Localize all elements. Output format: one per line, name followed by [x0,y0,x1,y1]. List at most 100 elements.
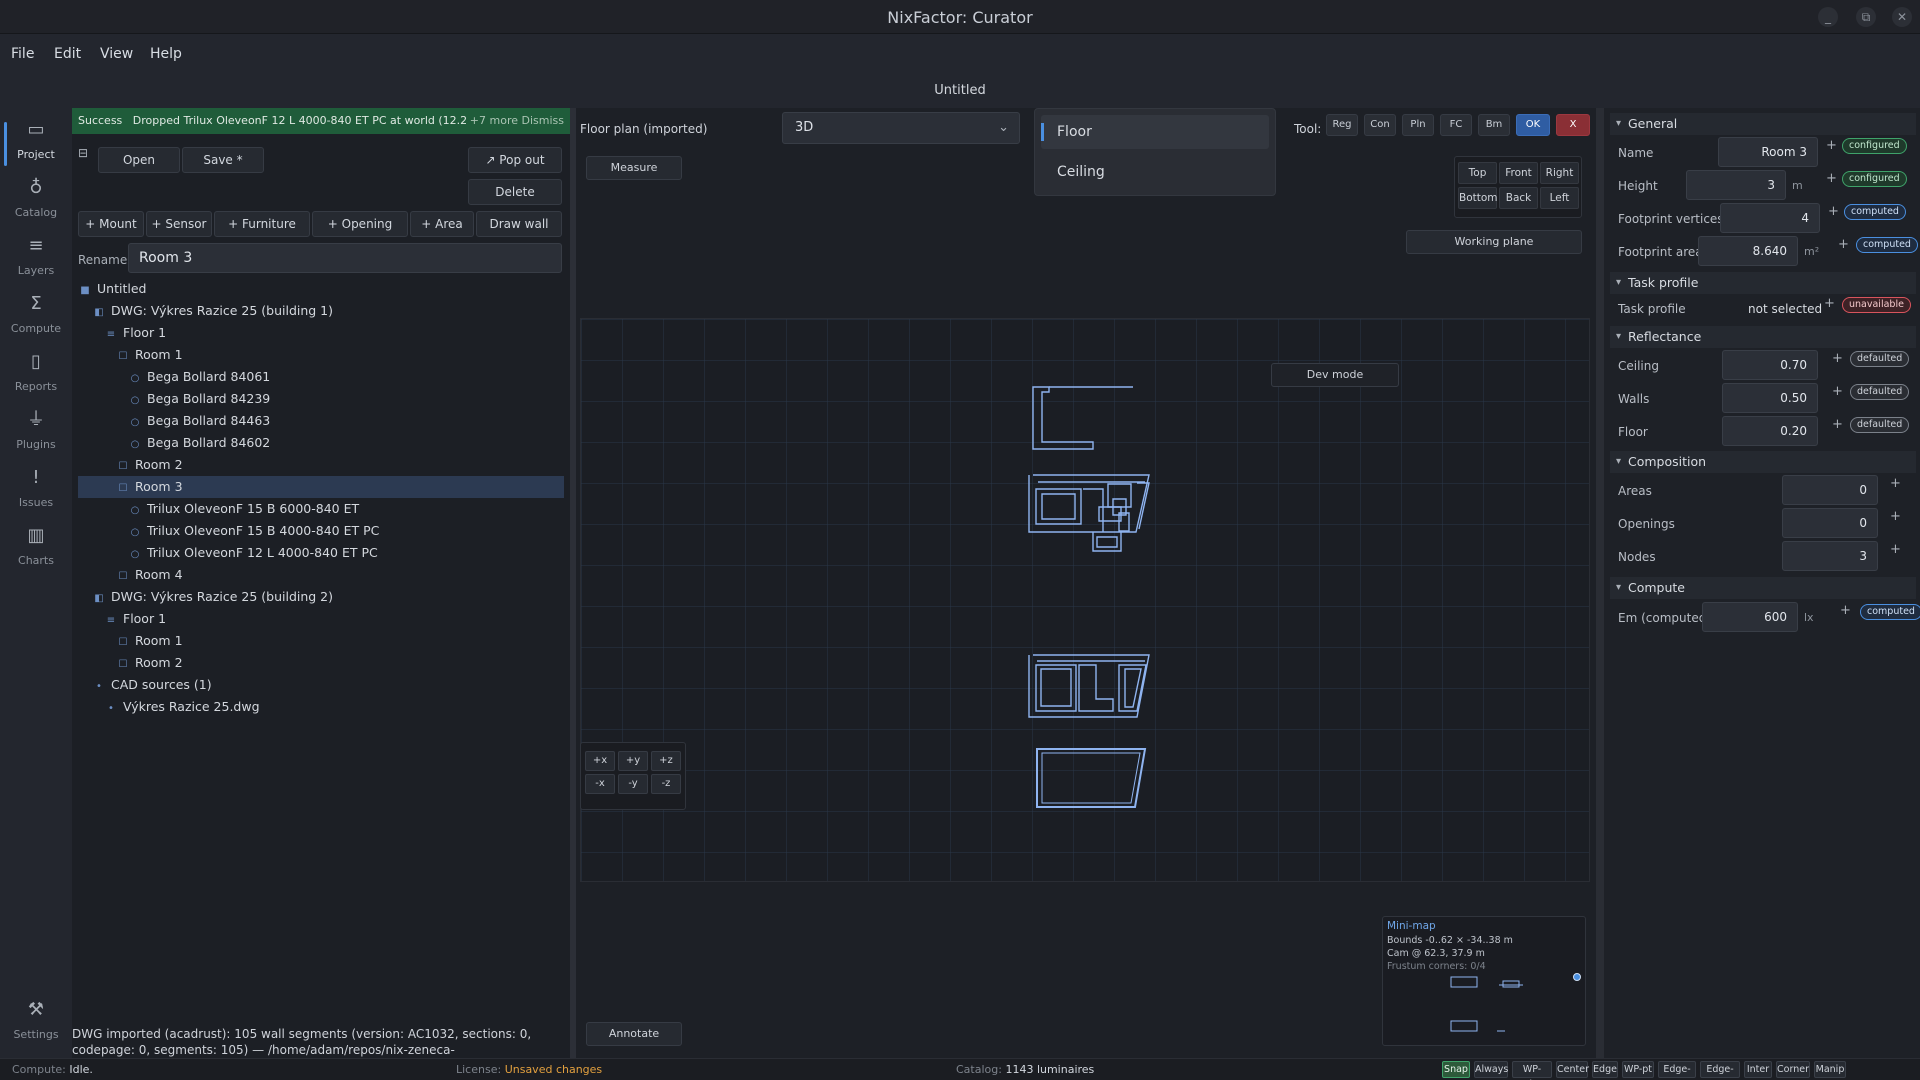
add-icon[interactable]: + [1824,296,1835,311]
add-icon[interactable]: + [1828,204,1839,219]
add-icon[interactable]: + [1890,542,1901,557]
right-splitter[interactable] [1596,108,1604,1058]
section-reflectance[interactable]: Reflectance [1610,326,1916,348]
section-task-profile[interactable]: Task profile [1610,272,1916,294]
add-icon[interactable]: + [1826,171,1837,186]
add-icon[interactable]: + [1832,417,1843,432]
activity-plugins[interactable]: ⏚ Plugins [0,408,72,464]
view-right-button[interactable]: Right [1540,162,1579,184]
add-icon[interactable]: + [1832,384,1843,399]
add-icon[interactable]: + [1890,509,1901,524]
toast-dismiss-button[interactable]: Dismiss [522,108,565,134]
axis-plus-x-button[interactable]: +x [585,751,615,771]
tool-bm-button[interactable]: Bm [1478,114,1510,136]
tree-item-luminaire[interactable]: ○ Bega Bollard 84239 [78,388,564,410]
activity-settings[interactable]: ⚒ Settings [0,998,72,1054]
add-furniture-button[interactable]: + Furniture [214,211,310,237]
snap-toggle-center[interactable]: Center [1556,1061,1589,1078]
tree-item-file[interactable]: • Výkres Razice 25.dwg [78,696,564,718]
pop-out-button[interactable]: ↗ Pop out [468,147,562,173]
section-composition[interactable]: Composition [1610,451,1916,473]
draw-wall-button[interactable]: Draw wall [476,211,562,237]
snap-toggle-wp-edge[interactable]: WP-edge [1512,1061,1552,1080]
restore-button[interactable]: ⧉ [1856,7,1876,27]
floor-reflectance-input[interactable]: 0.20 [1722,416,1818,446]
snap-toggle-edge-pt[interactable]: Edge-pt [1658,1061,1696,1080]
add-opening-button[interactable]: + Opening [312,211,408,237]
delete-button[interactable]: Delete [468,179,562,205]
snap-toggle-snap[interactable]: Snap [1442,1061,1470,1078]
tool-reg-button[interactable]: Reg [1326,114,1358,136]
snap-toggle-inter[interactable]: Inter [1744,1061,1772,1078]
tree-item-luminaire[interactable]: ○ Bega Bollard 84602 [78,432,564,454]
floor-plan-canvas[interactable]: Dev mode [580,318,1590,882]
add-icon[interactable]: + [1832,351,1843,366]
activity-project[interactable]: ▭ Project [0,118,72,174]
axis-minus-x-button[interactable]: -x [585,774,615,794]
axis-minus-y-button[interactable]: -y [618,774,648,794]
walls-reflectance-input[interactable]: 0.50 [1722,383,1818,413]
tree-item-luminaire[interactable]: ○ Bega Bollard 84463 [78,410,564,432]
view-front-button[interactable]: Front [1499,162,1538,184]
menu-edit[interactable]: Edit [54,46,81,62]
tool-fc-button[interactable]: FC [1440,114,1472,136]
tree-item-room[interactable]: ☐ Room 1 [78,344,564,366]
activity-issues[interactable]: ! Issues [0,466,72,522]
tree-item-floor[interactable]: ≡ Floor 1 [78,322,564,344]
activity-layers[interactable]: ≡ Layers [0,234,72,290]
tree-item-room[interactable]: ☐ Room 1 [78,630,564,652]
menu-file[interactable]: File [11,46,34,62]
working-plane-button[interactable]: Working plane [1406,230,1582,254]
area-input[interactable]: 8.640 [1698,236,1798,266]
view-bottom-button[interactable]: Bottom [1458,187,1498,209]
axis-minus-z-button[interactable]: -z [651,774,681,794]
view-top-button[interactable]: Top [1458,162,1497,184]
menu-help[interactable]: Help [150,46,182,62]
ceiling-reflectance-input[interactable]: 0.70 [1722,350,1818,380]
name-input[interactable]: Room 3 [1718,137,1818,167]
add-mount-button[interactable]: + Mount [78,211,144,237]
ok-button[interactable]: OK [1516,114,1550,136]
mini-map[interactable]: Mini-map Bounds -0..62 × -34..38 m Cam @… [1382,916,1586,1046]
open-button[interactable]: Open [98,147,180,173]
dev-mode-button[interactable]: Dev mode [1271,363,1399,387]
vertices-input[interactable]: 4 [1720,203,1820,233]
tree-item-project[interactable]: ■ Untitled [78,278,564,300]
snap-toggle-edge[interactable]: Edge [1592,1061,1618,1078]
tree-item-room[interactable]: ☐ Room 2 [78,454,564,476]
activity-compute[interactable]: Σ Compute [0,292,72,348]
folder-open-icon[interactable]: ⊟ [78,146,88,160]
tree-item-luminaire[interactable]: ○ Trilux OleveonF 12 L 4000-840 ET PC [78,542,564,564]
axis-plus-y-button[interactable]: +y [618,751,648,771]
cancel-button[interactable]: X [1556,114,1590,136]
activity-catalog[interactable]: ♁ Catalog [0,176,72,232]
view-mode-select[interactable]: 3D ⌄ [782,112,1020,144]
tool-con-button[interactable]: Con [1364,114,1396,136]
menu-view[interactable]: View [100,46,133,62]
rename-input[interactable]: Room 3 [128,243,562,273]
snap-toggle-manip[interactable]: Manip [1814,1061,1846,1078]
add-sensor-button[interactable]: + Sensor [146,211,212,237]
tree-item-building[interactable]: ◧ DWG: Výkres Razice 25 (building 1) [78,300,564,322]
toast-more-link[interactable]: +7 more [465,108,518,134]
section-compute[interactable]: Compute [1610,577,1916,599]
activity-charts[interactable]: ▥ Charts [0,524,72,580]
tree-item-luminaire[interactable]: ○ Trilux OleveonF 15 B 4000-840 ET PC [78,520,564,542]
snap-toggle-wp-pt[interactable]: WP-pt [1622,1061,1654,1078]
add-area-button[interactable]: + Area [410,211,474,237]
minimize-button[interactable]: _ [1818,7,1838,27]
tool-pln-button[interactable]: Pln [1402,114,1434,136]
tree-item-building[interactable]: ◧ DWG: Výkres Razice 25 (building 2) [78,586,564,608]
tree-item-room[interactable]: ☐ Room 3 [78,476,564,498]
axis-plus-z-button[interactable]: +z [651,751,681,771]
snap-toggle-corner[interactable]: Corner [1776,1061,1810,1078]
snap-toggle-always[interactable]: Always [1474,1061,1508,1078]
dropdown-option-floor[interactable]: Floor [1041,115,1269,149]
tree-item-luminaire[interactable]: ○ Trilux OleveonF 15 B 6000-840 ET [78,498,564,520]
snap-toggle-edge-ctr[interactable]: Edge-ctr [1700,1061,1740,1080]
tree-item-floor[interactable]: ≡ Floor 1 [78,608,564,630]
measure-button[interactable]: Measure [586,156,682,180]
task-profile-value[interactable]: not selected [1748,302,1822,316]
save-button[interactable]: Save * [182,147,264,173]
tree-item-room[interactable]: ☐ Room 2 [78,652,564,674]
